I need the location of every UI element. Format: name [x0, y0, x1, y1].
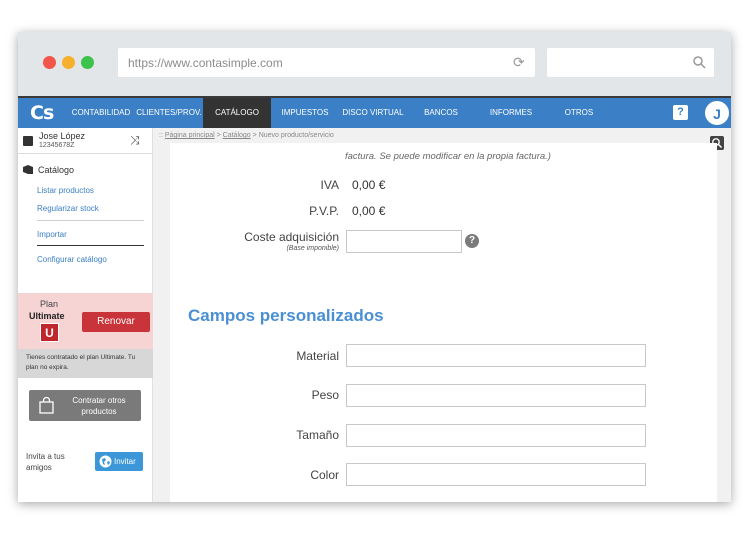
browser-chrome: https://www.contasimple.com ⟳ [18, 32, 731, 96]
switch-account-icon[interactable]: ⤨ [130, 134, 142, 146]
app-logo[interactable]: Cs [30, 102, 54, 124]
material-label: Material [296, 349, 339, 363]
plan-name: Ultimate [29, 311, 65, 321]
user-id: 12345678Z [39, 142, 75, 149]
breadcrumb-section[interactable]: Catálogo [223, 132, 251, 139]
close-window-button[interactable] [43, 56, 56, 69]
contract-products-button[interactable]: Contratar otros productos [29, 390, 141, 421]
invite-text: Invita a tus amigos [26, 452, 65, 472]
browser-window: https://www.contasimple.com ⟳ Cs CONTABI… [18, 32, 731, 502]
avatar[interactable]: J [704, 100, 730, 126]
sidebar-item-importar[interactable]: Importar [37, 230, 67, 239]
plan-badge: U [40, 323, 59, 342]
coste-label: Coste adquisición [244, 230, 339, 244]
sidebar-divider [37, 220, 144, 221]
nav-item-clientes[interactable]: CLIENTES/PROV. [136, 98, 202, 128]
shopping-bag-icon [39, 397, 54, 414]
help-icon[interactable]: ? [465, 234, 479, 248]
minimize-window-button[interactable] [62, 56, 75, 69]
reload-icon[interactable]: ⟳ [513, 55, 527, 69]
tamano-input[interactable] [346, 424, 646, 447]
nav-item-catalogo[interactable]: CATÁLOGO [203, 98, 271, 128]
main-nav: Cs CONTABILIDAD CLIENTES/PROV. CATÁLOGO … [18, 96, 731, 128]
sidebar-item-regularizar-stock[interactable]: Regularizar stock [37, 204, 99, 213]
sidebar-section-title: Catálogo [38, 165, 75, 175]
product-form: factura. Se puede modificar en la propia… [170, 143, 717, 502]
maximize-window-button[interactable] [81, 56, 94, 69]
nav-item-contabilidad[interactable]: CONTABILIDAD [68, 98, 134, 128]
breadcrumb: :: Página principal > Catálogo > Nuevo p… [159, 132, 334, 139]
nav-item-disco-virtual[interactable]: DISCO VIRTUAL [340, 98, 406, 128]
contract-products-label: Contratar otros productos [72, 396, 126, 416]
invite-label: Invitar [114, 457, 136, 466]
iva-value: 0,00 € [352, 178, 386, 192]
help-icon[interactable]: ? [673, 105, 688, 120]
nav-item-otros[interactable]: OTROS [548, 98, 610, 128]
coste-sublabel: (Base imponible) [286, 245, 339, 252]
invite-button[interactable]: Invitar [95, 452, 143, 471]
pvp-value: 0,00 € [352, 204, 386, 218]
renew-button[interactable]: Renovar [82, 312, 150, 332]
globe-icon [99, 455, 112, 468]
breadcrumb-home[interactable]: Página principal [165, 132, 215, 139]
pvp-label: P.V.P. [309, 204, 339, 218]
user-name: Jose López [39, 131, 86, 141]
tamano-label: Tamaño [296, 428, 339, 442]
nav-item-impuestos[interactable]: IMPUESTOS [274, 98, 336, 128]
sidebar-item-listar-productos[interactable]: Listar productos [37, 186, 94, 195]
nav-item-informes[interactable]: INFORMES [478, 98, 544, 128]
catalog-icon [23, 165, 33, 174]
vat-note: factura. Se puede modificar en la propia… [345, 151, 551, 162]
address-bar[interactable]: https://www.contasimple.com ⟳ [118, 48, 535, 77]
browser-search-input[interactable] [547, 48, 714, 77]
plan-info: Tienes contratado el plan Ultimate. Tu p… [18, 349, 153, 378]
coste-adquisicion-input[interactable] [346, 230, 462, 253]
peso-label: Peso [311, 388, 339, 402]
material-input[interactable] [346, 344, 646, 367]
breadcrumb-current: Nuevo producto/servicio [258, 132, 334, 139]
peso-input[interactable] [346, 384, 646, 407]
sidebar-divider [37, 245, 144, 246]
user-card-icon [23, 136, 33, 146]
breadcrumb-bar: :: Página principal > Catálogo > Nuevo p… [153, 128, 731, 143]
sidebar-item-configurar-catalogo[interactable]: Configurar catálogo [37, 255, 107, 264]
custom-fields-title: Campos personalizados [188, 306, 384, 325]
user-block: Jose López 12345678Z ⤨ [18, 128, 153, 154]
plan-block: Plan Ultimate U Renovar [18, 293, 153, 349]
sidebar: Jose López 12345678Z ⤨ Catálogo Listar p… [18, 128, 153, 502]
color-input[interactable] [346, 463, 646, 486]
plan-label: Plan [40, 299, 59, 309]
nav-item-bancos[interactable]: BANCOS [414, 98, 468, 128]
url-text: https://www.contasimple.com [128, 56, 283, 70]
color-label: Color [310, 468, 339, 482]
search-icon[interactable] [692, 55, 706, 69]
iva-label: IVA [320, 178, 339, 192]
